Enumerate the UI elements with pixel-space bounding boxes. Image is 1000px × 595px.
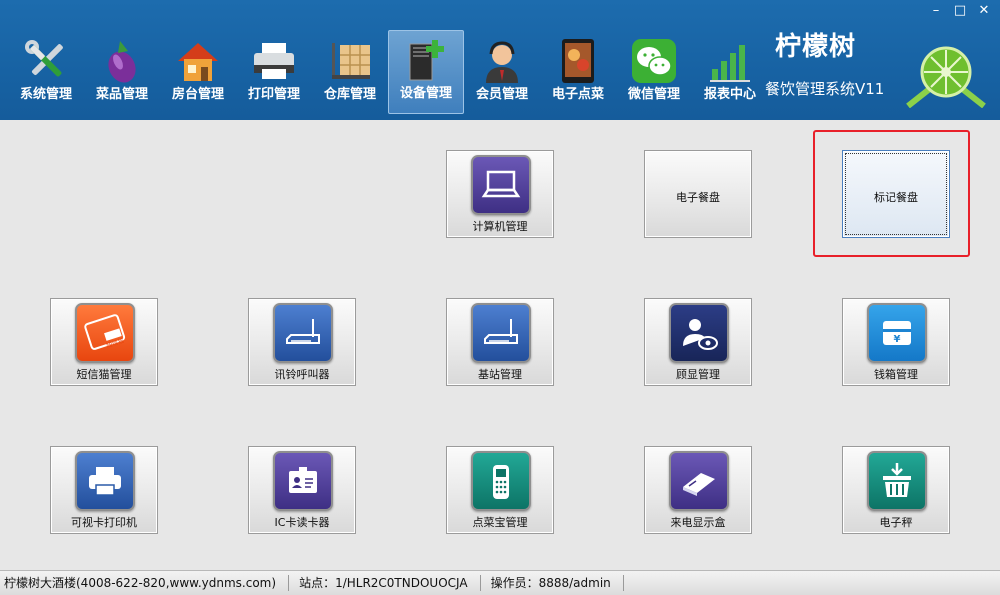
status-bar: 柠檬树大酒楼(4008-622-820,www.ydnms.com) 站点：1/… — [0, 570, 1000, 595]
house-icon — [170, 36, 226, 86]
tile-label: 计算机管理 — [472, 220, 528, 233]
menu-label: 菜品管理 — [95, 87, 148, 102]
menu-label: 电子点菜 — [551, 87, 604, 102]
tile-label: 钱箱管理 — [874, 368, 918, 381]
tablet-menu-icon — [550, 36, 606, 86]
tile-label: 讯铃呼叫器 — [274, 368, 330, 381]
menu-item-devices[interactable]: 设备管理 — [388, 30, 464, 114]
caller-id-box-icon — [669, 451, 729, 511]
menu-label: 设备管理 — [399, 86, 452, 101]
tile-label: 电子餐盘 — [676, 191, 720, 204]
tile-pager[interactable]: 讯铃呼叫器 — [248, 298, 356, 386]
menu-item-print[interactable]: 打印管理 — [236, 30, 312, 114]
menu-label: 系统管理 — [19, 87, 72, 102]
tile-sms-cat[interactable]: 短信猫 短信猫管理 — [50, 298, 158, 386]
svg-text:¥: ¥ — [894, 334, 901, 345]
menu-item-warehouse[interactable]: 仓库管理 — [312, 30, 388, 114]
tile-label: 短信猫管理 — [76, 368, 132, 381]
tile-label: IC卡读卡器 — [274, 516, 330, 529]
tile-label: 点菜宝管理 — [472, 516, 528, 529]
wechat-icon — [626, 36, 682, 86]
app-header: – □ ✕ 系统管理 菜品管理 房台管理 打印管理 仓库管理 设备管理 会员管理… — [0, 0, 1000, 120]
main-menu: 系统管理 菜品管理 房台管理 打印管理 仓库管理 设备管理 会员管理 电子点菜 … — [8, 30, 768, 114]
menu-label: 打印管理 — [247, 87, 300, 102]
scale-basket-icon — [867, 451, 927, 511]
minimize-button[interactable]: – — [926, 2, 946, 20]
menu-item-dishes[interactable]: 菜品管理 — [84, 30, 160, 114]
menu-label: 会员管理 — [475, 87, 528, 102]
id-card-icon — [273, 451, 333, 511]
tools-icon — [18, 36, 74, 86]
menu-label: 房台管理 — [171, 87, 224, 102]
member-icon — [474, 36, 530, 86]
menu-label: 仓库管理 — [323, 87, 376, 102]
menu-item-reports[interactable]: 报表中心 — [692, 30, 768, 114]
menu-item-tables[interactable]: 房台管理 — [160, 30, 236, 114]
tile-label: 来电显示盒 — [670, 516, 726, 529]
window-controls: – □ ✕ — [926, 2, 994, 22]
tile-cash-drawer[interactable]: ¥ 钱箱管理 — [842, 298, 950, 386]
device-grid: 计算机管理 电子餐盘 标记餐盘 短信猫 短信猫管理 讯铃呼叫器 基站管理 顾显管… — [0, 120, 1000, 570]
menu-label: 微信管理 — [627, 87, 680, 102]
device-icon — [398, 37, 454, 87]
tile-order-device[interactable]: 点菜宝管理 — [446, 446, 554, 534]
menu-item-system[interactable]: 系统管理 — [8, 30, 84, 114]
menu-item-wechat[interactable]: 微信管理 — [616, 30, 692, 114]
tile-electronic-tray[interactable]: 电子餐盘 — [644, 150, 752, 238]
cash-drawer-icon: ¥ — [867, 303, 927, 363]
tile-ic-reader[interactable]: IC卡读卡器 — [248, 446, 356, 534]
maximize-button[interactable]: □ — [950, 2, 970, 20]
tile-mark-tray[interactable]: 标记餐盘 — [842, 150, 950, 238]
handheld-phone-icon — [471, 451, 531, 511]
eggplant-icon — [94, 36, 150, 86]
tile-caller-id[interactable]: 来电显示盒 — [644, 446, 752, 534]
menu-item-members[interactable]: 会员管理 — [464, 30, 540, 114]
person-eye-icon — [669, 303, 729, 363]
tile-label: 顾显管理 — [676, 368, 720, 381]
brand-name: 柠檬树 — [775, 32, 857, 62]
router-icon — [273, 303, 333, 363]
tile-label: 基站管理 — [478, 368, 522, 381]
laptop-icon — [471, 155, 531, 215]
close-button[interactable]: ✕ — [974, 2, 994, 20]
printer-icon — [246, 36, 302, 86]
menu-item-e-order[interactable]: 电子点菜 — [540, 30, 616, 114]
tile-label: 标记餐盘 — [874, 191, 918, 204]
tile-electronic-scale[interactable]: 电子秤 — [842, 446, 950, 534]
status-station: 站点：1/HLR2C0TNDOUOCJA — [295, 575, 481, 591]
status-operator: 操作员：8888/admin — [487, 575, 624, 591]
lemon-logo-icon — [904, 36, 988, 109]
tile-base-station[interactable]: 基站管理 — [446, 298, 554, 386]
status-company: 柠檬树大酒楼(4008-622-820,www.ydnms.com) — [0, 575, 290, 591]
tile-customer-display[interactable]: 顾显管理 — [644, 298, 752, 386]
brand-subtitle: 餐饮管理系统V11 — [765, 80, 885, 98]
printer-icon — [75, 451, 135, 511]
router-icon — [471, 303, 531, 363]
brand: 柠檬树 餐饮管理系统V11 — [765, 26, 915, 106]
tile-label: 可视卡打印机 — [71, 516, 137, 529]
sms-card-icon: 短信猫 — [75, 303, 135, 363]
tile-card-printer[interactable]: 可视卡打印机 — [50, 446, 158, 534]
report-icon — [702, 36, 758, 86]
tile-computer-management[interactable]: 计算机管理 — [446, 150, 554, 238]
warehouse-icon — [322, 36, 378, 86]
menu-label: 报表中心 — [703, 87, 756, 102]
tile-label: 电子秤 — [879, 516, 913, 529]
